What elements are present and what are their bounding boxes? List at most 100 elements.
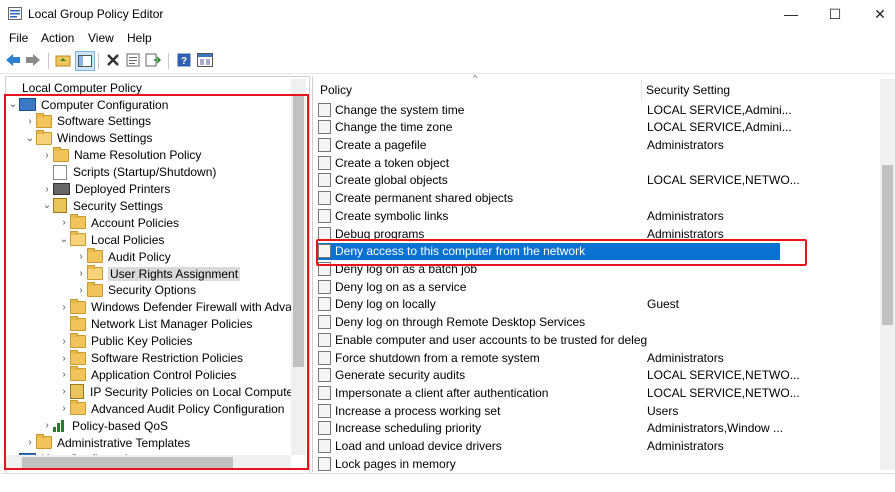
policy-security-setting: LOCAL SERVICE,NETWO... (647, 173, 800, 188)
policy-security-setting: LOCAL SERVICE,Admini... (647, 120, 792, 135)
group-policy-app-icon (8, 7, 22, 20)
forward-button[interactable] (24, 51, 42, 69)
status-bar (0, 473, 895, 492)
back-arrow-icon (6, 54, 20, 66)
policy-name: Impersonate a client after authenticatio… (335, 386, 549, 401)
policy-setting-icon (318, 439, 331, 454)
policy-row[interactable]: Create symbolic links Administrators (318, 207, 883, 224)
policy-security-setting: LOCAL SERVICE,Admini... (647, 102, 792, 117)
policy-row[interactable]: Increase scheduling priority Administrato… (318, 420, 883, 437)
policy-row[interactable]: Change the system time LOCAL SERVICE,Admi… (318, 101, 883, 118)
show-hide-tree-icon (78, 55, 92, 67)
policy-name: Change the system time (335, 102, 465, 117)
policy-name: Increase scheduling priority (335, 421, 482, 436)
policy-highlight-box (316, 239, 807, 266)
policy-name: Create symbolic links (335, 208, 449, 223)
minimize-icon: — (784, 6, 798, 22)
policy-setting-icon (318, 279, 331, 294)
menu-file[interactable]: File (9, 31, 28, 45)
svg-text:?: ? (181, 56, 187, 67)
policy-row[interactable]: Impersonate a client after authenticatio… (318, 385, 883, 402)
policy-setting-icon (318, 297, 331, 312)
title-bar: Local Group Policy Editor — ☐ ✕ (0, 0, 895, 28)
properties-button[interactable] (124, 51, 142, 69)
delete-icon (107, 54, 119, 66)
delete-button[interactable] (104, 51, 122, 69)
toolbar: ? (0, 49, 895, 73)
policy-name: Create a pagefile (335, 137, 427, 152)
window-title: Local Group Policy Editor (28, 7, 164, 21)
minimize-button[interactable]: — (768, 0, 814, 28)
policy-row[interactable]: Create global objects LOCAL SERVICE,NETWO… (318, 172, 883, 189)
maximize-icon: ☐ (828, 5, 842, 22)
menu-help[interactable]: Help (127, 31, 152, 45)
back-button[interactable] (4, 51, 22, 69)
policy-setting-icon (318, 191, 331, 206)
policy-row[interactable]: Create permanent shared objects (318, 190, 883, 207)
toolbar-divider (0, 73, 895, 74)
policy-row[interactable]: Create a pagefile Administrators (318, 136, 883, 153)
policy-row[interactable]: Increase a process working set Users (318, 402, 883, 419)
list-vertical-scroll-thumb[interactable] (882, 165, 893, 325)
policy-setting-icon (318, 315, 331, 330)
up-one-level-button[interactable] (54, 51, 72, 69)
policy-name: Increase a process working set (335, 403, 501, 418)
policy-name: Change the time zone (335, 120, 453, 135)
policy-row[interactable]: Enable computer and user accounts to be … (318, 331, 883, 348)
export-list-button[interactable] (144, 51, 162, 69)
column-header-security-setting[interactable]: Security Setting (646, 79, 730, 101)
properties-icon (126, 53, 140, 67)
console-button[interactable] (196, 51, 214, 69)
policy-setting-icon (318, 386, 331, 401)
show-hide-tree-button[interactable] (75, 51, 95, 71)
policy-setting-icon (318, 456, 331, 471)
forward-arrow-icon (26, 54, 40, 66)
policy-row[interactable]: Change the time zone LOCAL SERVICE,Admini… (318, 119, 883, 136)
menu-view[interactable]: View (88, 31, 114, 45)
policy-name: Create permanent shared objects (335, 191, 514, 206)
policy-security-setting: Guest (647, 297, 680, 312)
policy-security-setting: LOCAL SERVICE,NETWO... (647, 368, 800, 383)
policy-security-setting: Administrators (647, 439, 724, 454)
close-button[interactable]: ✕ (857, 0, 895, 28)
close-icon: ✕ (874, 5, 886, 22)
help-button[interactable]: ? (175, 51, 193, 69)
policy-row[interactable]: Deny log on through Remote Desktop Servi… (318, 314, 883, 331)
policy-setting-icon (318, 368, 331, 383)
menu-bar: File Action View Help (0, 29, 895, 47)
column-divider[interactable] (641, 80, 642, 100)
policy-row[interactable]: Load and unload device drivers Administra… (318, 438, 883, 455)
policy-setting-icon (318, 120, 331, 135)
policy-row[interactable]: Create a token object (318, 154, 883, 171)
policy-row[interactable]: Deny log on locally Guest (318, 296, 883, 313)
policy-setting-icon (318, 421, 331, 436)
policy-setting-icon (318, 155, 331, 170)
policy-security-setting: Users (647, 403, 679, 418)
console-icon (197, 53, 213, 67)
menu-action[interactable]: Action (41, 31, 74, 45)
policy-row[interactable]: Generate security audits LOCAL SERVICE,NE… (318, 367, 883, 384)
toolbar-separator (48, 53, 49, 69)
policy-setting-icon (318, 332, 331, 347)
policy-name: Lock pages in memory (335, 456, 456, 471)
export-list-icon (145, 53, 161, 67)
policy-setting-icon (318, 403, 331, 418)
policy-row[interactable]: Force shutdown from a remote system Admin… (318, 349, 883, 366)
policy-name: Load and unload device drivers (335, 439, 502, 454)
maximize-button[interactable]: ☐ (812, 0, 858, 28)
policy-security-setting: Administrators (647, 350, 724, 365)
policy-security-setting: Administrators,Window ... (647, 421, 784, 436)
policy-name: Deny log on as a service (335, 279, 467, 294)
tree-root-label: Local Computer Policy (22, 80, 143, 95)
sort-ascending-icon: ^ (473, 73, 478, 83)
policy-row[interactable]: Lock pages in memory (318, 455, 883, 472)
toolbar-separator (98, 53, 99, 69)
policy-row[interactable]: Deny log on as a service (318, 278, 883, 295)
policy-security-setting: Administrators (647, 208, 724, 223)
policy-name: Force shutdown from a remote system (335, 350, 540, 365)
policy-setting-icon (318, 208, 331, 223)
policy-name: Create global objects (335, 173, 448, 188)
policy-name: Enable computer and user accounts to be … (335, 332, 647, 347)
policy-name: Deny log on locally (335, 297, 436, 312)
column-header-policy[interactable]: Policy (320, 79, 352, 101)
